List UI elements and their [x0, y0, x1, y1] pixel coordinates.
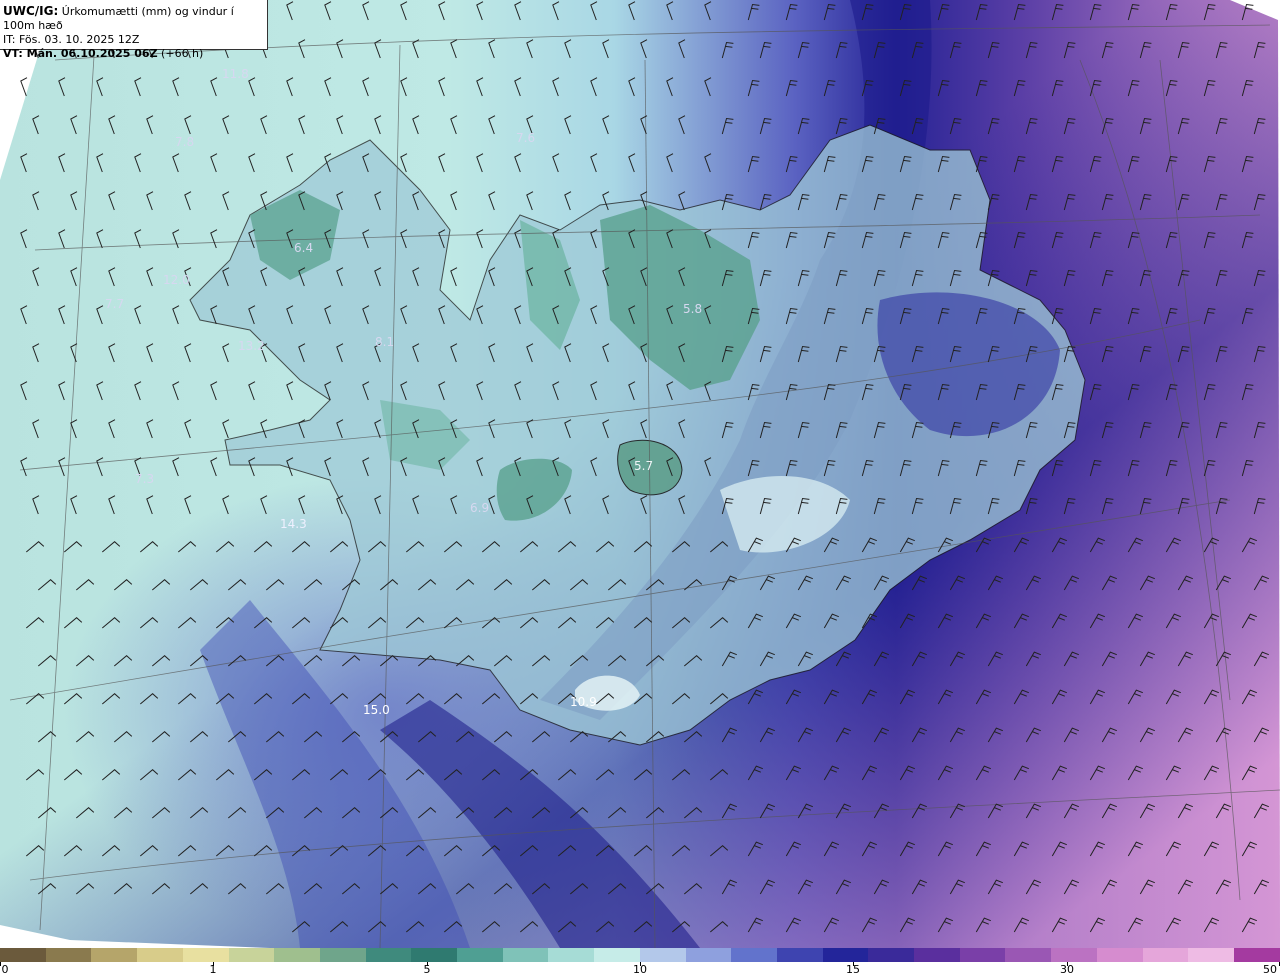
value-label: 7.7 [105, 297, 124, 311]
colorbar-segment [1005, 948, 1052, 962]
colorbar-segment [365, 948, 412, 962]
colorbar-segment [0, 948, 46, 962]
colorbar-tick-label: 10 [633, 963, 647, 976]
colorbar-tick-label: 5 [423, 963, 431, 976]
colorbar-tick-label: 50 [1263, 963, 1277, 976]
value-label: 7.3 [135, 472, 154, 486]
lead-time: (+66 h) [157, 47, 204, 60]
colorbar-segment [228, 948, 275, 962]
value-label: 10.9 [570, 695, 597, 709]
value-label: 8.1 [375, 335, 394, 349]
colorbar-segment [1051, 948, 1097, 962]
colorbar-segment [822, 948, 869, 962]
init-time: IT: Fös. 03. 10. 2025 12Z [3, 33, 140, 46]
colorbar-tick-label: 30 [1060, 963, 1074, 976]
colorbar-segment [914, 948, 960, 962]
colorbar-segment [1233, 948, 1280, 962]
colorbar-segment [1096, 948, 1143, 962]
value-label: 7.8 [175, 135, 194, 149]
colorbar-segment [731, 948, 777, 962]
valid-time-line: VT: Mán. 06.10.2025 06Z (+66 h) [3, 47, 267, 61]
value-label: 15.0 [363, 703, 390, 717]
colorbar-segment [959, 948, 1006, 962]
value-label: 6.4 [294, 241, 313, 255]
colorbar-segment [868, 948, 915, 962]
colorbar-segment [137, 948, 183, 962]
colorbar-segment [91, 948, 138, 962]
value-label: 6.9 [470, 501, 489, 515]
colorbar-segment [1188, 948, 1234, 962]
colorbar-segment [457, 948, 503, 962]
colorbar-segment [502, 948, 549, 962]
colorbar-segment [548, 948, 595, 962]
colorbar-segment [45, 948, 92, 962]
forecast-map: 11.8 7.8 12.0 7.7 6.4 13.2 8.1 7.6 5.8 5… [0, 0, 1280, 948]
colorbar-tick-label: 1 [209, 963, 217, 976]
colorbar-segment [594, 948, 640, 962]
value-label: 5.7 [634, 459, 653, 473]
value-label: 5.8 [683, 302, 702, 316]
colorbar-segment [685, 948, 732, 962]
map-header: UWC/IG: Úrkomumætti (mm) og vindur í 100… [0, 0, 268, 60]
value-label: 14.3 [280, 517, 307, 531]
header-title-line: UWC/IG: Úrkomumætti (mm) og vindur í 100… [3, 4, 267, 33]
valid-time: VT: Mán. 06.10.2025 06Z [3, 47, 158, 60]
precipitation-wind-map: 11.8 7.8 12.0 7.7 6.4 13.2 8.1 7.6 5.8 5… [0, 0, 1280, 948]
colorbar-tick-label: 15 [846, 963, 860, 976]
map-page: 11.8 7.8 12.0 7.7 6.4 13.2 8.1 7.6 5.8 5… [0, 0, 1280, 978]
model-name: UWC/IG: [3, 4, 59, 18]
colorbar-tick-label: 0 [1, 963, 9, 976]
colorbar-segment [1142, 948, 1189, 962]
value-label: 7.6 [516, 131, 535, 145]
value-label: 11.8 [222, 67, 249, 81]
value-label: 12.0 [163, 273, 190, 287]
value-label: 13.2 [238, 339, 265, 353]
colorbar-segment [182, 948, 229, 962]
colorbar-segment [274, 948, 320, 962]
colorbar-strip [0, 948, 1280, 962]
colorbar-segment [411, 948, 458, 962]
colorbar-segment [776, 948, 823, 962]
colorbar-segment [319, 948, 366, 962]
colorbar: 0 1 5 10 15 30 50 [0, 948, 1280, 978]
colorbar-labels: 0 1 5 10 15 30 50 [0, 962, 1280, 978]
colorbar-segment [639, 948, 686, 962]
